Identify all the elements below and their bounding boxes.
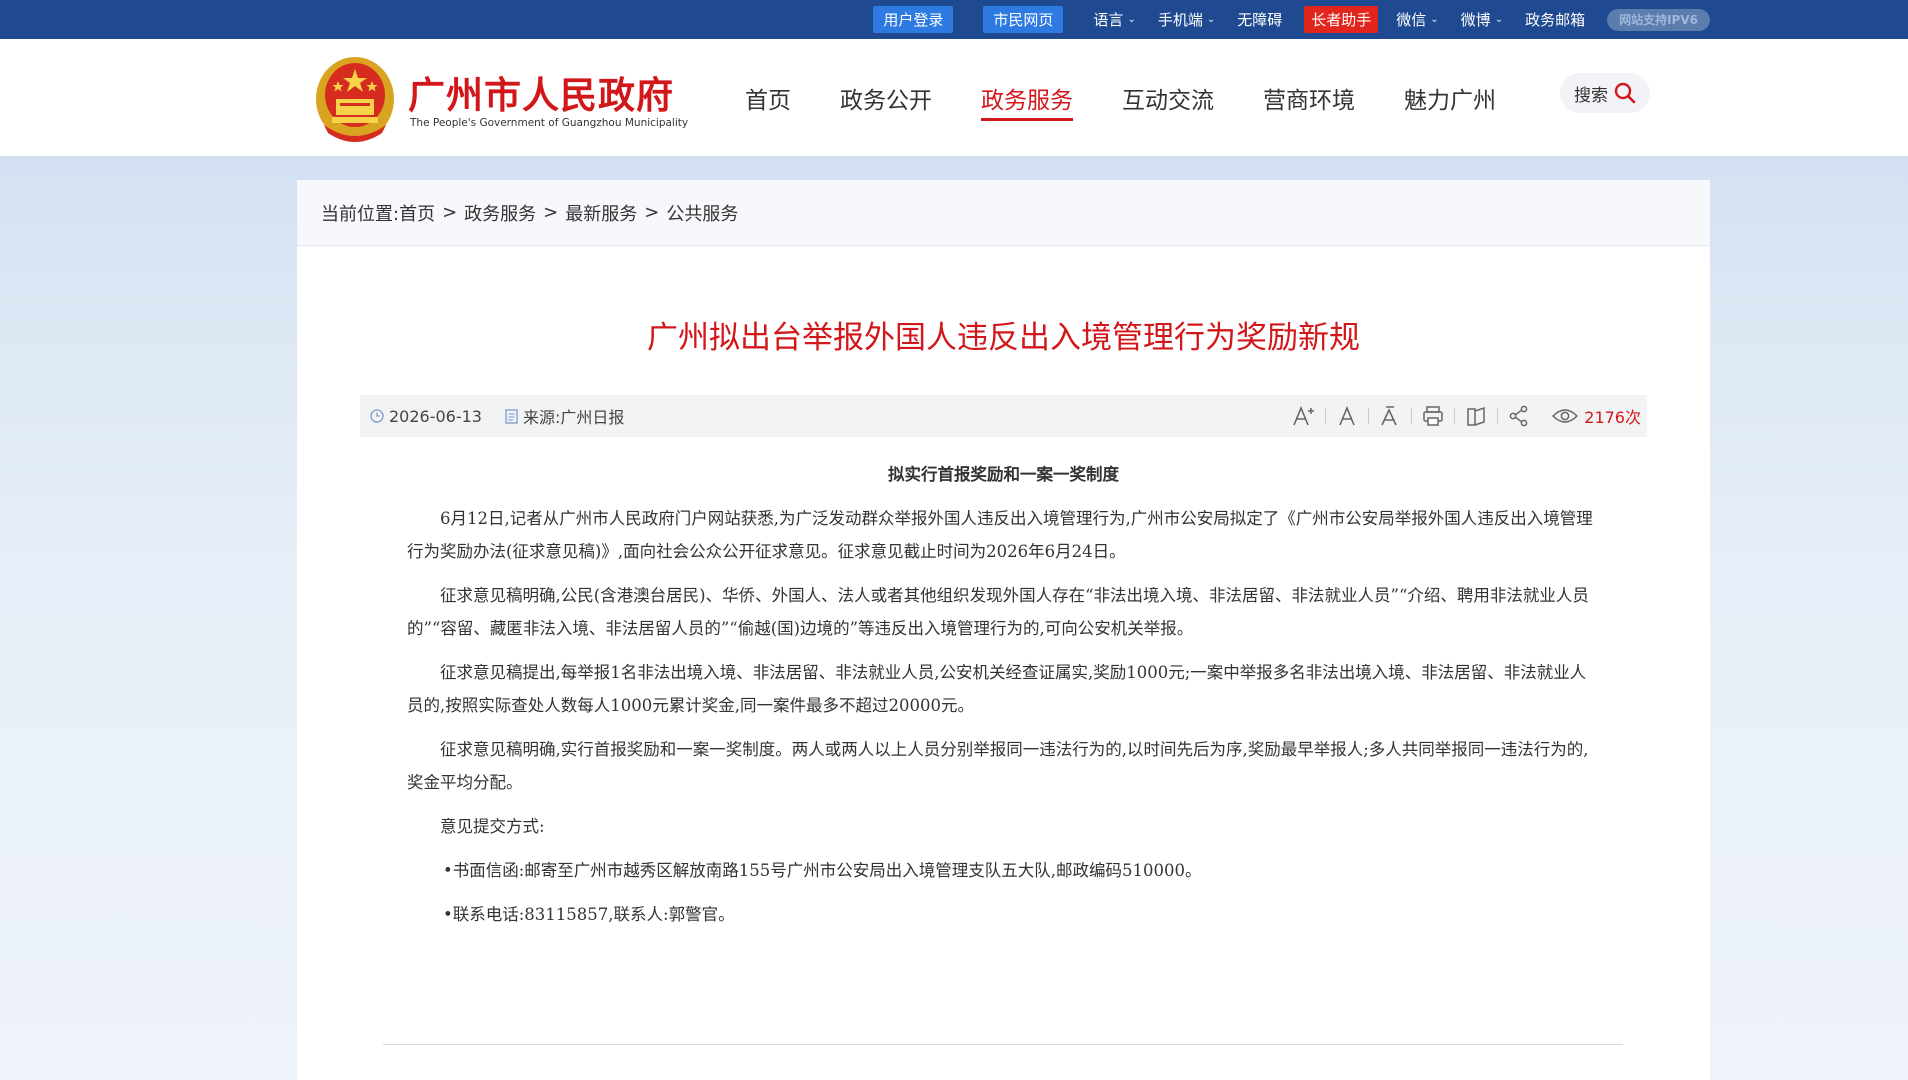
chevron-down-icon: ⌄ [1127,14,1136,25]
document-icon [505,408,518,424]
ipv6-badge: 网站支持IPV6 [1607,8,1710,31]
search-label: 搜索 [1574,85,1608,106]
view-count-value: 2176次 [1584,408,1641,427]
font-decrease-button[interactable] [1368,395,1411,437]
article-paragraph: 6月12日,记者从广州市人民政府门户网站获悉,为广泛发动群众举报外国人违反出入境… [407,509,1593,561]
breadcrumb-public-services[interactable]: 公共服务 [666,200,738,226]
language-label: 语言 [1093,11,1124,29]
nav-gov-affairs[interactable]: 政务公开 [840,39,932,156]
font-reset-icon [1339,405,1355,426]
site-header: 广州市人民政府 The People's Government of Guang… [0,39,1908,156]
national-emblem-logo[interactable] [314,55,396,143]
top-utility-links: 用户登录 市民网页 语言 ⌄ 手机端 ⌄ 无障碍 长者助手 微信 ⌄ 微博 ⌄ … [873,0,1710,39]
wechat-label: 微信 [1396,11,1427,29]
gov-mail-link[interactable]: 政务邮箱 [1525,9,1585,30]
nav-charm-guangzhou[interactable]: 魅力广州 [1404,39,1496,156]
user-login-button[interactable]: 用户登录 [873,6,954,33]
site-title[interactable]: 广州市人民政府 [408,65,674,119]
open-book-icon [1467,406,1485,426]
article-paragraph: 征求意见稿明确,公民(含港澳台居民)、华侨、外国人、法人或者其他组织发现外国人存… [407,586,1589,638]
article-subhead: 拟实行首报奖励和一案一奖制度 [888,465,1119,484]
breadcrumb-latest-services[interactable]: 最新服务 [565,200,637,226]
font-decrease-icon [1381,406,1397,426]
font-increase-icon [1293,405,1314,426]
nav-interaction[interactable]: 互动交流 [1122,39,1214,156]
search-button[interactable]: 搜索 [1560,73,1650,113]
article-source: 来源:广州日报 [505,404,624,428]
article-bullet: •联系电话:83115857,联系人:郭警官。 [443,905,735,924]
chevron-down-icon: ⌄ [1494,14,1504,25]
weibo-label: 微博 [1460,11,1491,29]
accessibility-link[interactable]: 无障碍 [1237,9,1282,30]
printer-icon [1423,406,1443,426]
article-body: 拟实行首报奖励和一案一奖制度 6月12日,记者从广州市人民政府门户网站获悉,为广… [407,458,1600,942]
font-reset-button[interactable] [1325,395,1368,437]
breadcrumb-separator: > [543,202,559,223]
mobile-menu[interactable]: 手机端 ⌄ [1158,9,1215,30]
citizen-page-button[interactable]: 市民网页 [983,6,1064,33]
chevron-down-icon: ⌄ [1206,14,1216,25]
elder-assistant-button[interactable]: 长者助手 [1304,6,1379,33]
nav-gov-services[interactable]: 政务服务 [981,39,1073,156]
publish-date: 2026-06-13 [370,407,482,426]
share-button[interactable] [1497,395,1540,437]
wechat-menu[interactable]: 微信 ⌄ [1396,9,1438,30]
breadcrumb-home[interactable]: 首页 [399,200,435,226]
main-nav: 首页 政务公开 政务服务 互动交流 营商环境 魅力广州 [745,39,1545,156]
breadcrumb-separator: > [644,202,660,223]
article-paragraph: 征求意见稿明确,实行首报奖励和一案一奖制度。两人或两人以上人员分别举报同一违法行… [407,740,1589,792]
article-paragraph: 意见提交方式: [440,817,545,836]
breadcrumb-gov-services[interactable]: 政务服务 [464,200,536,226]
share-icon [1509,405,1528,427]
content-divider [383,1044,1623,1045]
site-subtitle: The People's Government of Guangzhou Mun… [410,117,689,129]
font-increase-button[interactable] [1282,395,1325,437]
nav-home[interactable]: 首页 [745,39,791,156]
top-utility-bar: 用户登录 市民网页 语言 ⌄ 手机端 ⌄ 无障碍 长者助手 微信 ⌄ 微博 ⌄ … [0,0,1908,39]
chevron-down-icon: ⌄ [1430,14,1439,25]
breadcrumb: 当前位置: 首页 > 政务服务 > 最新服务 > 公共服务 [297,180,1710,246]
search-icon [1614,82,1636,104]
print-button[interactable] [1411,395,1454,437]
article-paragraph: 征求意见稿提出,每举报1名非法出境入境、非法居留、非法就业人员,公安机关经查证属… [407,663,1587,715]
clock-icon [370,409,384,423]
article-tools: 2176次 [1282,395,1641,437]
eye-icon [1552,409,1579,423]
article-card: 当前位置: 首页 > 政务服务 > 最新服务 > 公共服务 广州拟出台举报外国人… [297,180,1710,1080]
mobile-label: 手机端 [1157,11,1203,29]
breadcrumb-separator: > [442,202,458,223]
article-source-value: 来源:广州日报 [522,408,625,427]
article-title: 广州拟出台举报外国人违反出入境管理行为奖励新规 [647,320,1360,356]
breadcrumb-label: 当前位置: [321,203,400,225]
language-menu[interactable]: 语言 ⌄ [1093,9,1135,30]
bookmark-button[interactable] [1454,395,1497,437]
nav-business-env[interactable]: 营商环境 [1263,39,1355,156]
view-count: 2176次 [1552,404,1641,428]
article-bullet: •书面信函:邮寄至广州市越秀区解放南路155号广州市公安局出入境管理支队五大队,… [443,861,1202,880]
publish-date-value: 2026-06-13 [389,406,482,426]
article-meta-bar: 2026-06-13 来源:广州日报 2176次 [360,395,1647,437]
weibo-menu[interactable]: 微博 ⌄ [1461,9,1503,30]
